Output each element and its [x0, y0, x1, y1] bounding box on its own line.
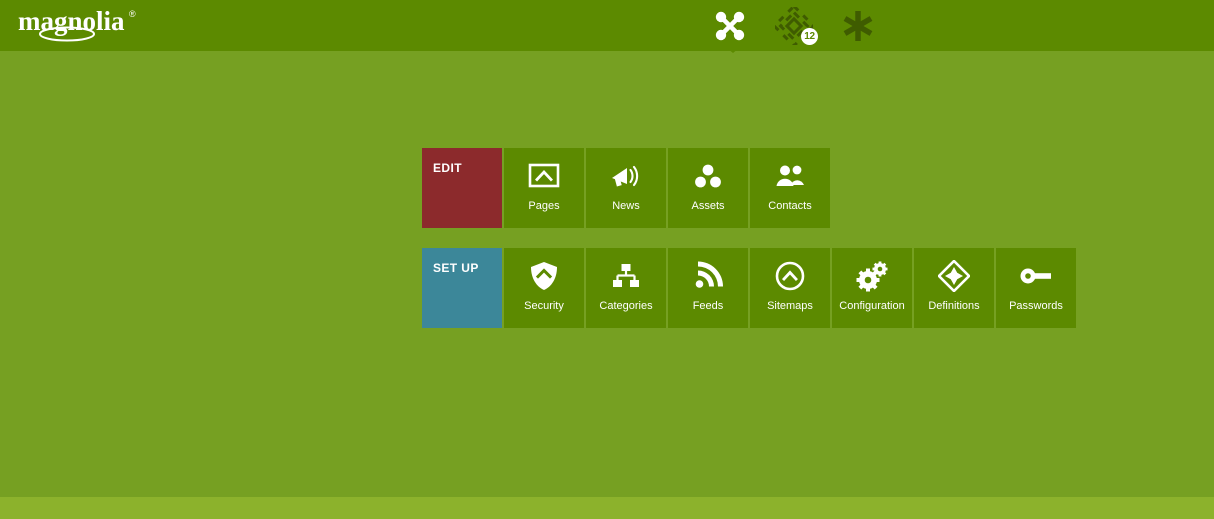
assets-icon — [668, 154, 748, 198]
app-tile-news[interactable]: News — [586, 148, 666, 228]
app-tile-label: Passwords — [1009, 300, 1063, 312]
pages-icon — [504, 154, 584, 198]
page-bottom-band — [0, 497, 1214, 519]
group-label-tile-setup[interactable]: SET UP — [422, 248, 502, 328]
app-tile-label: News — [612, 200, 640, 212]
app-tile-label: Sitemaps — [767, 300, 813, 312]
hierarchy-icon — [586, 254, 666, 298]
svg-text:®: ® — [129, 9, 136, 19]
app-tile-label: Assets — [691, 200, 725, 212]
app-group-edit: EDIT Pages News Assets Contacts — [422, 148, 1076, 228]
group-label-tile-edit[interactable]: EDIT — [422, 148, 502, 228]
contacts-icon — [750, 154, 830, 198]
shield-icon — [504, 254, 584, 298]
app-tile-assets[interactable]: Assets — [668, 148, 748, 228]
app-tile-passwords[interactable]: Passwords — [996, 248, 1076, 328]
pulse-icon[interactable]: 12 — [770, 4, 818, 48]
gears-icon — [832, 254, 912, 298]
app-tile-definitions[interactable]: Definitions — [914, 248, 994, 328]
app-tile-categories[interactable]: Categories — [586, 248, 666, 328]
svg-text:magnolia: magnolia — [18, 6, 125, 36]
diamond-star-icon — [914, 254, 994, 298]
app-tile-label: Contacts — [768, 200, 812, 212]
app-tile-security[interactable]: Security — [504, 248, 584, 328]
app-tile-label: Pages — [528, 200, 560, 212]
app-tile-sitemaps[interactable]: Sitemaps — [750, 248, 830, 328]
active-tab-notch — [722, 44, 744, 53]
favorites-icon[interactable] — [834, 4, 882, 48]
app-header: magnolia ® 12 — [0, 0, 1214, 51]
rss-icon — [668, 254, 748, 298]
app-tile-contacts[interactable]: Contacts — [750, 148, 830, 228]
group-label-setup: SET UP — [433, 261, 479, 275]
circle-chevron-up-icon — [750, 254, 830, 298]
key-icon — [996, 254, 1076, 298]
app-tile-feeds[interactable]: Feeds — [668, 248, 748, 328]
app-tile-label: Definitions — [928, 300, 980, 312]
app-tile-label: Feeds — [692, 300, 724, 312]
app-tile-configuration[interactable]: Configuration — [832, 248, 912, 328]
app-tile-label: Configuration — [839, 300, 905, 312]
apps-launcher-icon[interactable] — [706, 4, 754, 48]
app-group-setup: SET UP Security Categories Feeds Sitemap… — [422, 248, 1076, 328]
app-tile-label: Categories — [599, 300, 653, 312]
group-label-edit: EDIT — [433, 161, 462, 175]
app-tile-pages[interactable]: Pages — [504, 148, 584, 228]
megaphone-icon — [586, 154, 666, 198]
magnolia-logo[interactable]: magnolia ® — [18, 4, 148, 44]
pulse-badge: 12 — [801, 27, 818, 45]
app-launcher: EDIT Pages News Assets Contacts SET UP S… — [422, 148, 1076, 348]
app-tile-label: Security — [524, 300, 564, 312]
